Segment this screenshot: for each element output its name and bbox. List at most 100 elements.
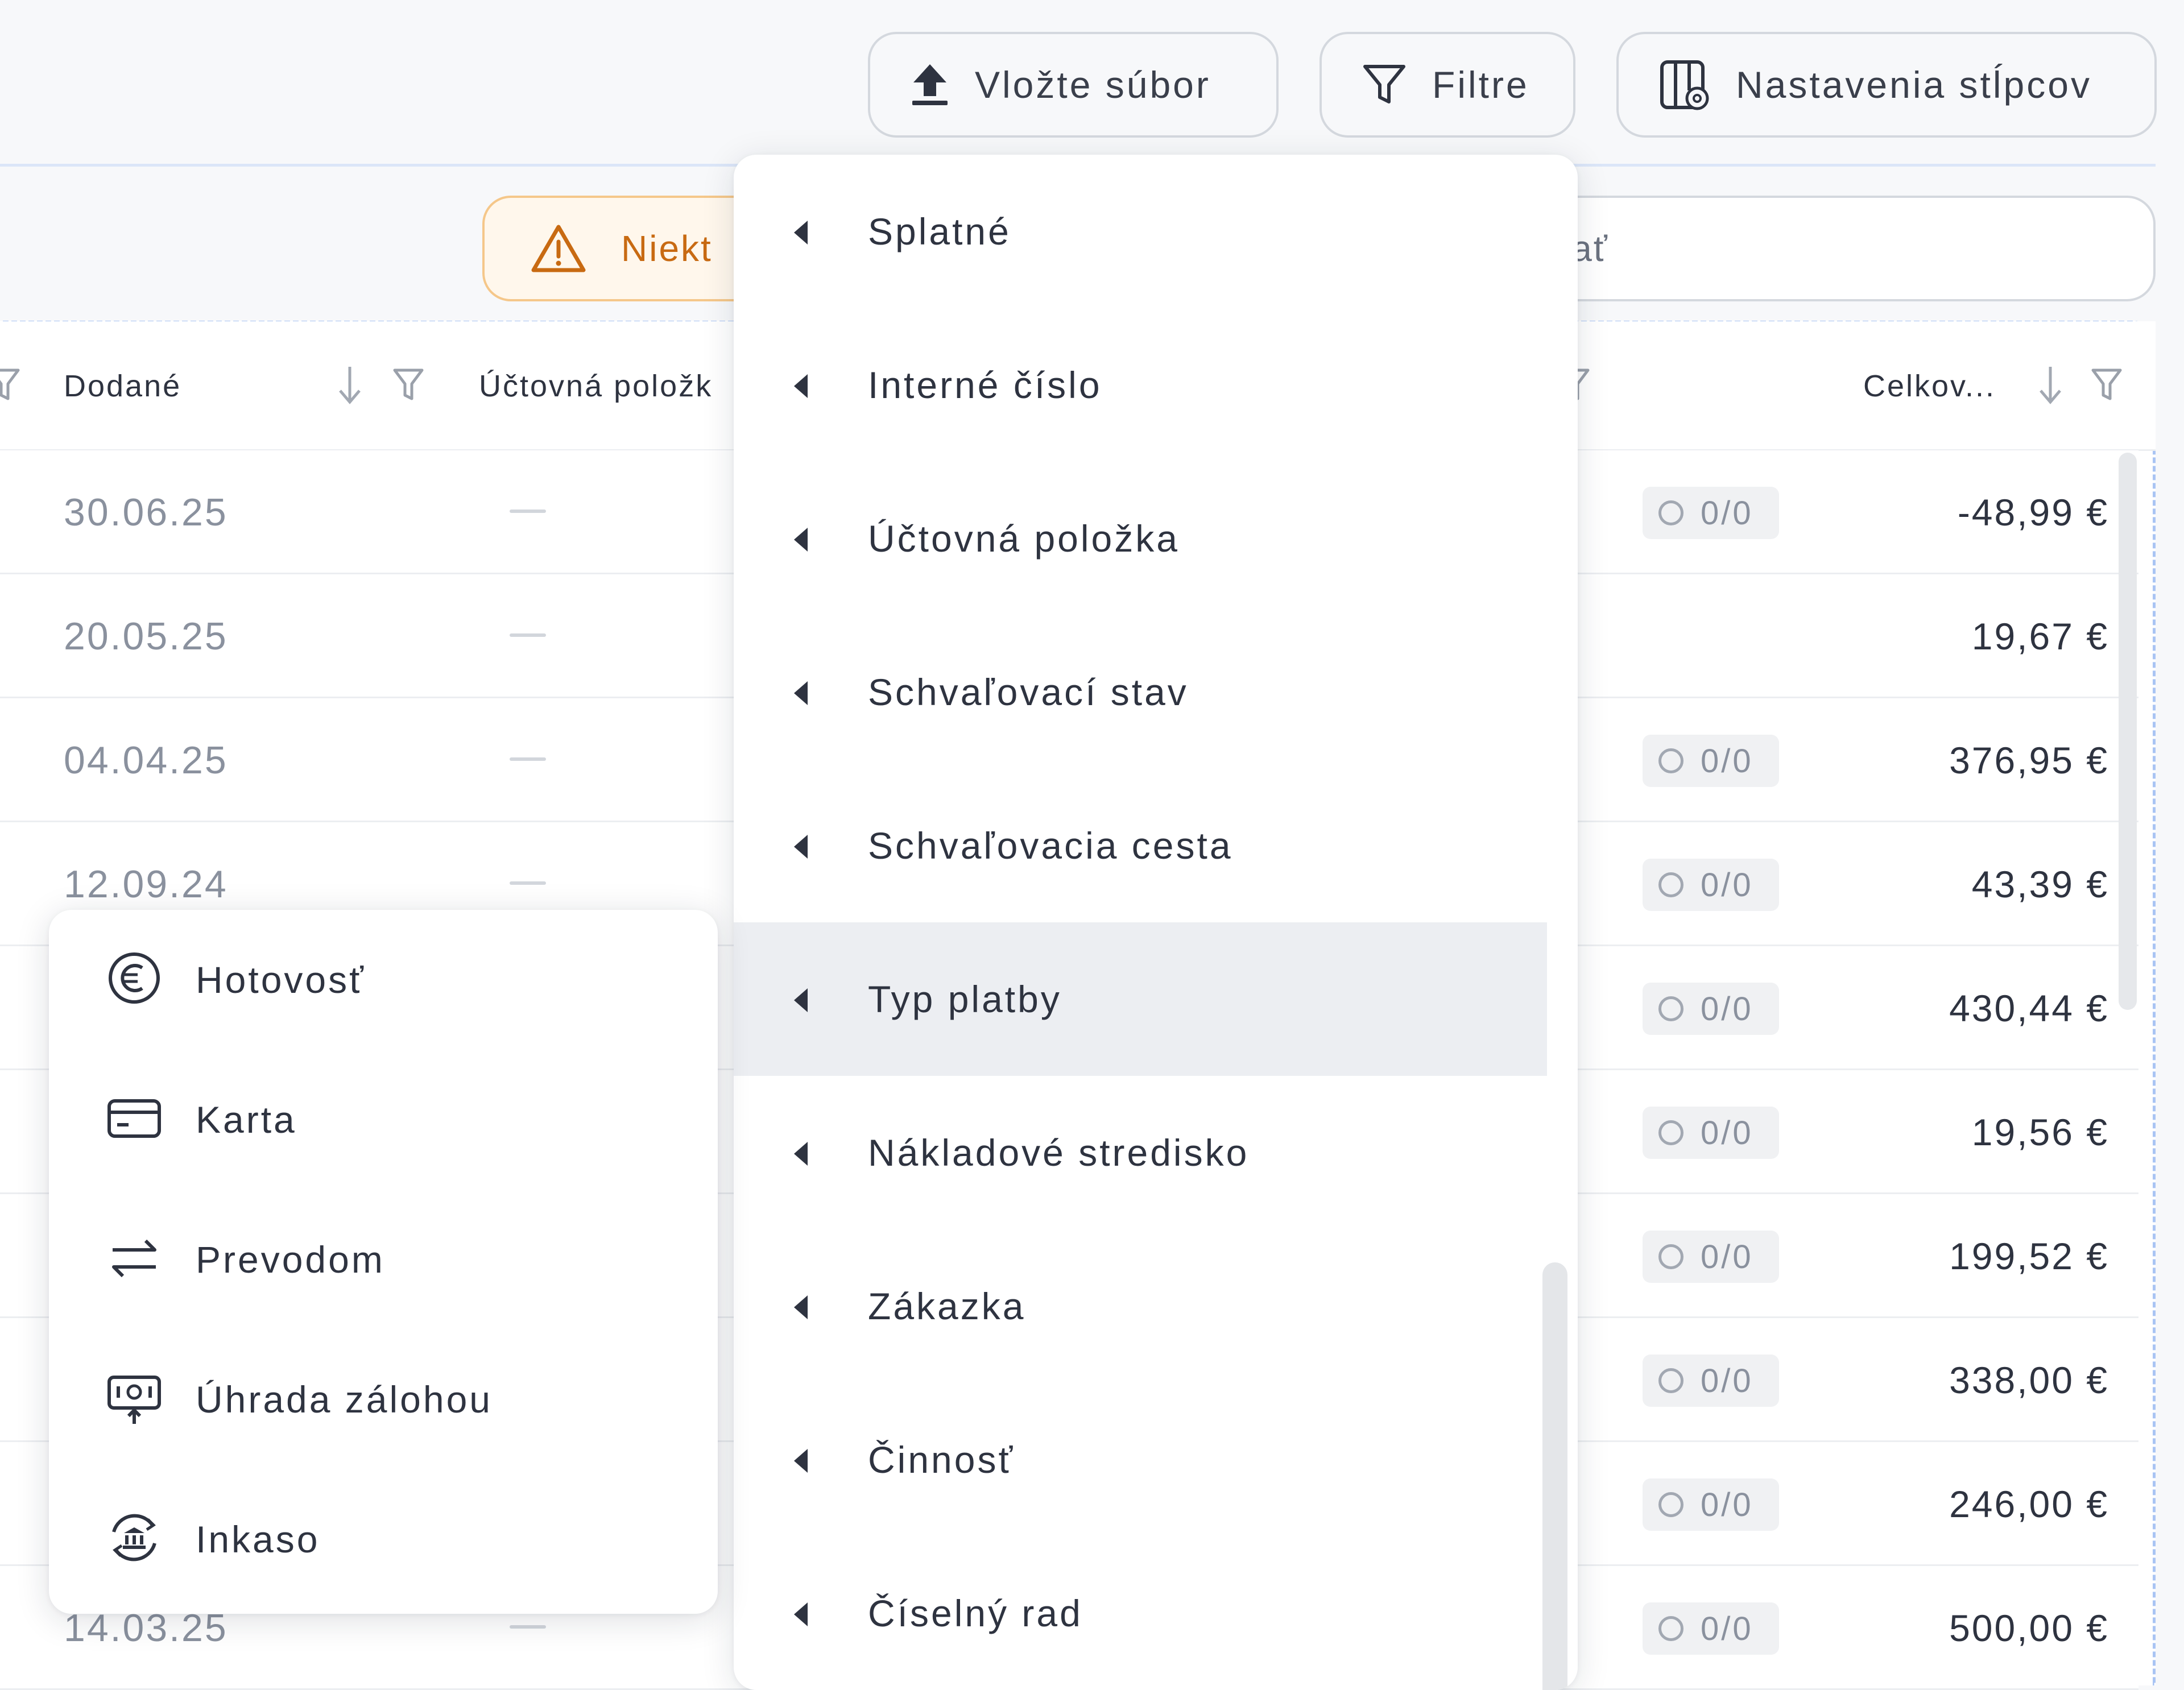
column-menu-item-label: Nákladové stredisko [868, 1132, 1250, 1174]
column-menu-item-label: Číselný rad [868, 1592, 1083, 1634]
approval-count: 0/0 [1701, 1610, 1753, 1647]
payment-type-label: Úhrada zálohou [196, 1378, 493, 1420]
column-filter-icon[interactable] [0, 364, 20, 404]
approval-count: 0/0 [1701, 1486, 1753, 1523]
payment-type-item[interactable]: Prevodom [49, 1190, 718, 1329]
column-submenu: Číselný rad Činnosť Zákazka Nákladové stred… [734, 155, 1578, 1690]
empty-value-dash [510, 633, 546, 637]
approval-status-badge: 0/0 [1643, 1478, 1779, 1531]
column-menu-item[interactable]: Nákladové stredisko [734, 1076, 1547, 1229]
empty-value-dash [510, 1625, 546, 1629]
column-settings-label: Nastavenia stĺpcov [1736, 64, 2092, 106]
column-menu-item-label: Interné číslo [868, 364, 1102, 406]
column-settings-button[interactable]: Nastavenia stĺpcov [1616, 32, 2157, 138]
caret-left-icon [794, 374, 808, 398]
caret-left-icon [794, 221, 808, 245]
pending-circle-icon [1658, 1120, 1684, 1145]
header-delivered[interactable]: Dodané [64, 321, 181, 451]
caret-left-icon [794, 1295, 808, 1319]
column-menu-item[interactable]: Typ platby [734, 922, 1547, 1076]
column-menu-item-label: Splatné [868, 210, 1011, 252]
upload-file-button[interactable]: Vložte súbor [868, 32, 1279, 138]
approval-count: 0/0 [1701, 742, 1753, 780]
total-amount: 246,00 € [1949, 1483, 2109, 1525]
payment-type-item[interactable]: Hotovosť [49, 910, 718, 1050]
column-menu-item-label: Zákazka [868, 1285, 1026, 1327]
column-menu-item[interactable]: Interné číslo [734, 308, 1547, 462]
upload-file-label: Vložte súbor [975, 64, 1211, 106]
column-menu-item[interactable]: Schvaľovacia cesta [734, 769, 1547, 922]
pending-circle-icon [1658, 872, 1684, 897]
filter-icon [1363, 65, 1405, 103]
column-menu-item-label: Účtovná položka [868, 517, 1180, 560]
delivered-date: 30.06.25 [64, 491, 228, 534]
approval-status-badge: 0/0 [1643, 487, 1779, 539]
euro-coin-icon [109, 952, 160, 1004]
approval-count: 0/0 [1701, 990, 1753, 1028]
total-amount: 19,56 € [1971, 1111, 2109, 1153]
approval-status-badge: 0/0 [1643, 1231, 1779, 1283]
column-menu-item[interactable]: Zákazka [734, 1229, 1547, 1383]
header-total[interactable]: Celkov... [1863, 321, 1996, 451]
header-account-item[interactable]: Účtovná položk [479, 321, 713, 451]
sort-down-icon[interactable] [2036, 364, 2065, 407]
empty-value-dash [510, 881, 546, 885]
empty-value-dash [510, 510, 546, 513]
column-settings-icon [1660, 60, 1709, 110]
filters-label: Filtre [1432, 64, 1529, 106]
approval-status-badge: 0/0 [1643, 735, 1779, 787]
total-amount: 338,00 € [1949, 1359, 2109, 1401]
empty-value-dash [510, 757, 546, 761]
column-filter-icon[interactable] [2091, 364, 2123, 404]
column-menu-item-label: Schvaľovacia cesta [868, 825, 1233, 867]
total-amount: 430,44 € [1949, 987, 2109, 1029]
caret-left-icon [794, 835, 808, 859]
pending-circle-icon [1658, 500, 1684, 525]
filters-button[interactable]: Filtre [1320, 32, 1575, 138]
column-filter-icon[interactable] [392, 364, 424, 404]
upload-icon [912, 64, 948, 105]
payment-type-item[interactable]: Karta [49, 1050, 718, 1190]
payment-type-label: Prevodom [196, 1238, 385, 1281]
approval-status-badge: 0/0 [1643, 1602, 1779, 1655]
payment-type-label: Hotovosť [196, 959, 366, 1001]
approval-status-badge: 0/0 [1643, 1355, 1779, 1407]
column-menu-item[interactable]: Číselný rad [734, 1536, 1547, 1690]
column-menu-item[interactable]: Činnosť [734, 1383, 1547, 1536]
sort-down-icon[interactable] [336, 364, 364, 407]
total-amount: 19,67 € [1971, 615, 2109, 657]
approval-status-badge: 0/0 [1643, 1107, 1779, 1159]
total-amount: 43,39 € [1971, 863, 2109, 905]
caret-left-icon [794, 528, 808, 552]
column-menu-item-label: Činnosť [868, 1439, 1015, 1481]
caret-left-icon [794, 1449, 808, 1473]
approval-count: 0/0 [1701, 494, 1753, 532]
caret-left-icon [794, 1142, 808, 1166]
search-input[interactable] [1527, 227, 2038, 270]
delivered-date: 20.05.25 [64, 615, 228, 658]
column-submenu-scrollbar[interactable] [1542, 1262, 1567, 1690]
advance-payment-icon [107, 1376, 161, 1424]
transfer-arrows-icon [112, 1239, 156, 1278]
payment-type-item[interactable]: Inkaso [49, 1469, 718, 1609]
column-menu-item[interactable]: Schvaľovací stav [734, 615, 1547, 769]
warning-triangle-icon [531, 225, 586, 272]
column-menu-item-label: Schvaľovací stav [868, 671, 1189, 713]
payment-type-label: Inkaso [196, 1518, 320, 1560]
column-menu-item[interactable]: Splatné [734, 155, 1547, 308]
caret-left-icon [794, 1602, 808, 1626]
credit-card-icon [107, 1099, 161, 1138]
total-amount: 199,52 € [1949, 1235, 2109, 1277]
approval-count: 0/0 [1701, 1362, 1753, 1399]
total-amount: 500,00 € [1949, 1607, 2109, 1649]
caret-left-icon [794, 681, 808, 705]
pending-circle-icon [1658, 748, 1684, 773]
delivered-date: 04.04.25 [64, 739, 228, 782]
payment-type-menu: Hotovosť Karta Prevodom Úhrada zálohou Inkas… [49, 910, 718, 1614]
pending-circle-icon [1658, 1616, 1684, 1641]
column-menu-item[interactable]: Účtovná položka [734, 462, 1547, 615]
table-scrollbar[interactable] [2119, 453, 2137, 1010]
pending-circle-icon [1658, 1368, 1684, 1393]
payment-type-item[interactable]: Úhrada zálohou [49, 1329, 718, 1469]
caret-left-icon [794, 988, 808, 1012]
